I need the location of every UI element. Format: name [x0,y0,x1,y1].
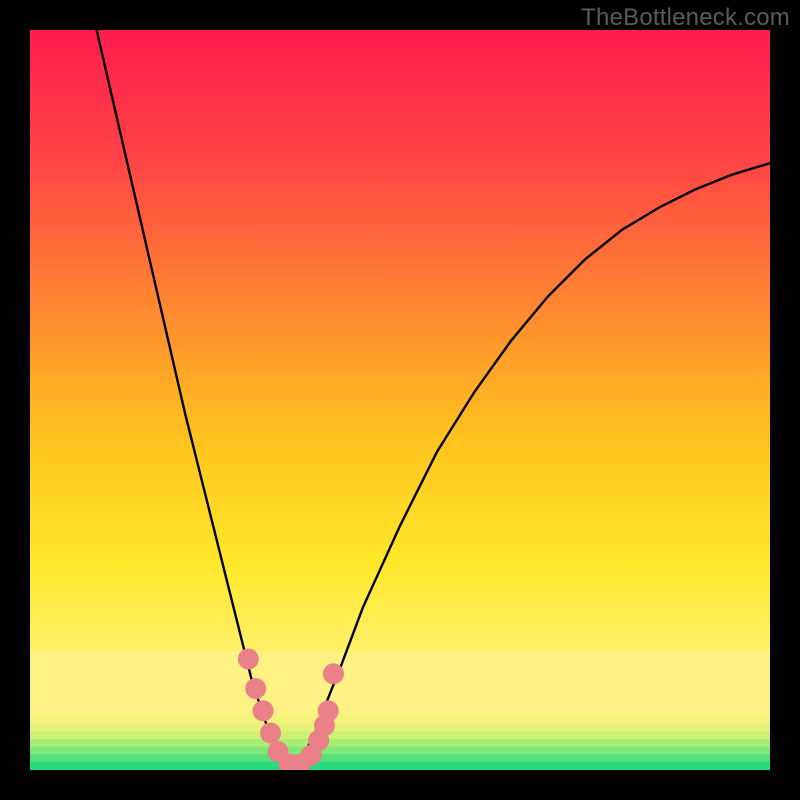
marker-dot [260,723,281,744]
band-green-6 [30,724,770,731]
marker-dot [245,678,266,699]
plot-area [30,30,770,770]
chart-frame: TheBottleneck.com [0,0,800,800]
marker-dot [253,700,274,721]
band-yellow-band [30,652,770,715]
band-green-7 [30,715,770,725]
band-green-3 [30,746,770,753]
marker-dot [318,700,339,721]
watermark-text: TheBottleneck.com [581,4,790,32]
band-green-2 [30,754,770,761]
marker-dot [238,649,259,670]
band-green-1 [30,761,770,770]
chart-svg [30,30,770,770]
color-bands [30,652,770,770]
band-green-4 [30,739,770,746]
band-green-5 [30,732,770,739]
marker-dot [323,663,344,684]
